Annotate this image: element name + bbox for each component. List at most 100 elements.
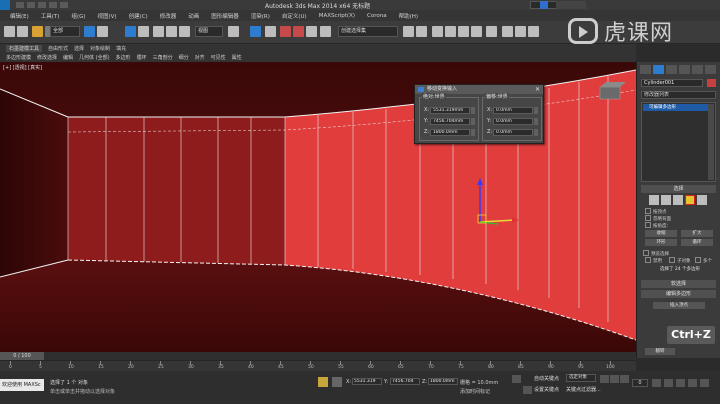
app-logo-icon[interactable] [0, 0, 10, 10]
grow-button[interactable]: 扩大 [681, 230, 713, 237]
ribbon-group-subdivision[interactable]: 细分 [179, 54, 189, 61]
play-icon[interactable] [620, 375, 629, 383]
coord-y-field[interactable]: 7456.704 [390, 378, 420, 385]
offset-y-field[interactable]: 0.0mm [493, 117, 533, 125]
pan-icon[interactable] [676, 379, 685, 387]
graphite-toggle-icon[interactable] [445, 26, 456, 37]
edge-subobject-icon[interactable] [661, 195, 671, 205]
key-mode-icon[interactable] [512, 375, 521, 383]
layer-manager-icon[interactable] [432, 26, 443, 37]
reference-coordinate-dropdown[interactable]: 视图 [195, 26, 223, 37]
angle-snap-icon[interactable] [280, 26, 291, 37]
rendered-frame-window-icon[interactable] [515, 26, 526, 37]
preview-multi-radio[interactable]: 多个 [695, 257, 712, 264]
redo-icon[interactable] [60, 2, 68, 8]
ribbon-group-modify-selection[interactable]: 修改选择 [37, 54, 57, 61]
soft-selection-rollout-header[interactable]: 软选择 [641, 280, 716, 288]
time-slider-thumb[interactable]: 0 / 100 [0, 352, 44, 360]
go-to-start-icon[interactable] [600, 375, 609, 383]
select-manipulate-icon[interactable] [250, 26, 261, 37]
insert-vertex-button[interactable]: 插入顶点 [653, 302, 705, 309]
menu-customize[interactable]: 自定义(U) [282, 12, 307, 20]
render-production-icon[interactable] [528, 26, 539, 37]
polygon-subobject-icon[interactable] [685, 195, 695, 205]
schematic-view-icon[interactable] [471, 26, 482, 37]
maxscript-listener-mini[interactable]: 欢迎使用 MAXSc [0, 379, 44, 391]
absolute-y-spinner[interactable] [471, 117, 475, 125]
utilities-tab-icon[interactable] [705, 65, 716, 74]
save-file-icon[interactable] [38, 2, 46, 8]
menu-tools[interactable]: 工具(T) [41, 12, 60, 20]
orbit-icon[interactable] [688, 379, 697, 387]
offset-x-spinner[interactable] [534, 106, 538, 114]
offset-y-spinner[interactable] [534, 117, 538, 125]
next-frame-icon[interactable] [652, 379, 661, 387]
modify-tab-icon[interactable] [653, 65, 664, 74]
previous-frame-icon[interactable] [610, 375, 619, 383]
percent-snap-icon[interactable] [293, 26, 304, 37]
menu-animation[interactable]: 动画 [188, 12, 199, 20]
absolute-y-field[interactable]: 7456.704mm [430, 117, 470, 125]
time-slider[interactable]: 0 / 100 [0, 352, 636, 360]
tab-freeform[interactable]: 自由形式 [48, 45, 68, 52]
by-angle-checkbox[interactable]: 按角度: [645, 222, 668, 229]
coord-z-field[interactable]: 1800.0mm [428, 378, 458, 385]
by-vertex-checkbox[interactable]: 按顶点 [645, 208, 667, 215]
ribbon-group-visibility[interactable]: 可见性 [211, 54, 226, 61]
selection-rollout-header[interactable]: 选择 [641, 185, 716, 193]
offset-z-field[interactable]: 0.0mm [493, 128, 533, 136]
menu-modifiers[interactable]: 修改器 [160, 12, 177, 20]
mirror-icon[interactable] [403, 26, 414, 37]
curve-editor-icon[interactable] [458, 26, 469, 37]
add-time-tag-button[interactable]: 添加时间标记 [460, 388, 490, 395]
spinner-snap-icon[interactable] [306, 26, 317, 37]
element-subobject-icon[interactable] [697, 195, 707, 205]
select-and-scale-icon[interactable] [179, 26, 190, 37]
tab-populate[interactable]: 填充 [116, 45, 126, 52]
preview-disabled-radio[interactable]: 禁用 [645, 257, 662, 264]
maximize-viewport-icon[interactable] [700, 379, 709, 387]
ribbon-group-polygons[interactable]: 多边形 [116, 54, 131, 61]
display-tab-icon[interactable] [692, 65, 703, 74]
menu-group[interactable]: 组(G) [71, 12, 85, 20]
snaps-toggle-icon[interactable] [265, 26, 276, 37]
menu-edit[interactable]: 编辑(E) [10, 12, 29, 20]
ribbon-group-polygon-modeling[interactable]: 多边形建模 [6, 54, 31, 61]
track-bar[interactable]: 0 5 10 15 20 25 30 35 40 45 50 55 60 65 … [0, 360, 636, 371]
edit-named-selection-icon[interactable] [320, 26, 331, 37]
ribbon-group-align[interactable]: 对齐 [195, 54, 205, 61]
redo-icon[interactable] [17, 26, 28, 37]
absolute-x-spinner[interactable] [471, 106, 475, 114]
shrink-button[interactable]: 收缩 [645, 230, 677, 237]
offset-x-field[interactable]: 0.0mm [493, 106, 533, 114]
create-tab-icon[interactable] [640, 65, 651, 74]
selection-filter-dropdown[interactable]: 全部 [50, 26, 80, 37]
subscription-center-button[interactable] [556, 1, 586, 9]
render-setup-icon[interactable] [502, 26, 513, 37]
selection-set-dropdown[interactable]: 选定对象 [566, 374, 596, 382]
modifier-list-dropdown[interactable]: 修改器列表 [641, 91, 716, 99]
object-color-swatch[interactable] [707, 79, 716, 87]
preview-subobject-radio[interactable]: 子对象 [669, 257, 691, 264]
menu-maxscript[interactable]: MAXScript(X) [319, 13, 355, 19]
menu-create[interactable]: 创建(C) [129, 12, 148, 20]
select-and-move-icon[interactable] [153, 26, 164, 37]
select-object-icon[interactable] [84, 26, 95, 37]
open-file-icon[interactable] [27, 2, 35, 8]
tab-graphite-modeling[interactable]: 石墨建模工具 [6, 45, 43, 52]
loop-button[interactable]: 循环 [681, 239, 713, 246]
material-editor-icon[interactable] [486, 26, 497, 37]
ribbon-group-loops[interactable]: 循环 [137, 54, 147, 61]
hierarchy-tab-icon[interactable] [666, 65, 677, 74]
ribbon-group-edit[interactable]: 编辑 [63, 54, 73, 61]
menu-help[interactable]: 帮助(H) [399, 12, 418, 20]
flip-button[interactable]: 翻转 [645, 348, 675, 355]
ring-button[interactable]: 环形 [645, 239, 677, 246]
absolute-x-field[interactable]: 5531.319mm [430, 106, 470, 114]
set-key-button[interactable]: 设置关键点 [534, 386, 559, 393]
ignore-backfacing-checkbox[interactable]: 忽略背面 [645, 215, 671, 222]
selection-lock-icon[interactable] [318, 377, 328, 387]
named-selection-dropdown[interactable]: 创建选择集 [338, 26, 398, 37]
search-icon[interactable] [540, 1, 548, 9]
select-by-name-icon[interactable] [97, 26, 108, 37]
